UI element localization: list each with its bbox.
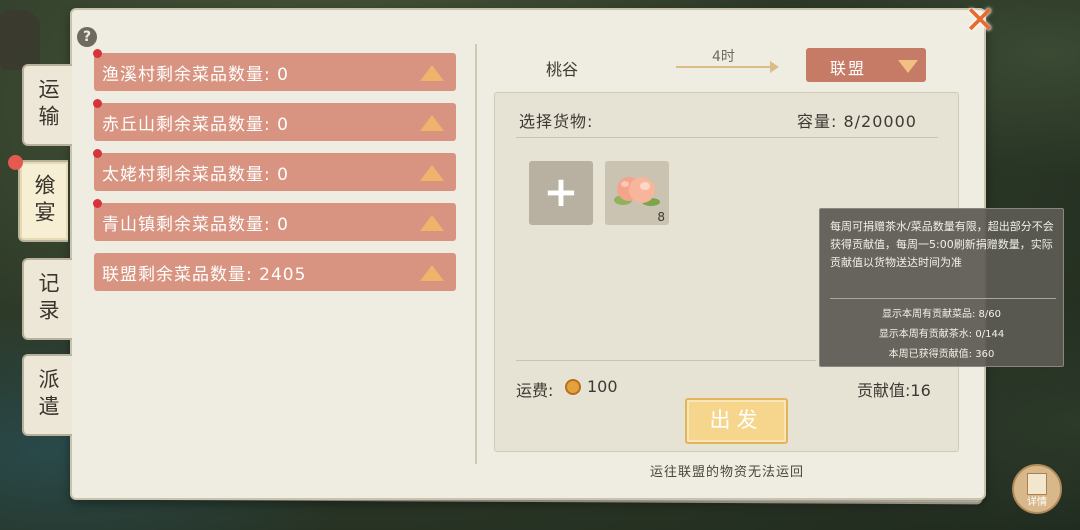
stock-row-label: 赤丘山剩余菜品数量: 0 bbox=[102, 114, 289, 135]
cargo-item-count: 8 bbox=[657, 210, 665, 224]
tab-records[interactable]: 记录 bbox=[22, 258, 72, 340]
destination-dropdown[interactable]: 联盟 bbox=[806, 48, 926, 82]
details-button[interactable]: 详情 bbox=[1012, 464, 1062, 514]
route-duration: 4时 bbox=[712, 49, 735, 65]
chevron-down-icon bbox=[898, 60, 918, 73]
route-origin: 桃谷 bbox=[546, 60, 579, 79]
expand-arrow-icon[interactable] bbox=[420, 265, 444, 281]
stock-row-qingshan[interactable]: 青山镇剩余菜品数量: 0 bbox=[93, 199, 456, 241]
details-label: 详情 bbox=[1027, 497, 1047, 508]
stock-row-taimu[interactable]: 太姥村剩余菜品数量: 0 bbox=[93, 149, 456, 191]
capacity-readout: 容量: 8/20000 bbox=[797, 112, 917, 131]
tab-dispatch[interactable]: 派遣 bbox=[22, 354, 72, 436]
help-icon[interactable]: ? bbox=[77, 27, 97, 47]
cargo-divider-bottom bbox=[516, 360, 816, 361]
alliance-shipping-note: 运往联盟的物资无法运回 bbox=[650, 465, 805, 480]
stock-row-yuxi[interactable]: 渔溪村剩余菜品数量: 0 bbox=[93, 49, 456, 91]
stock-row-chiqiu[interactable]: 赤丘山剩余菜品数量: 0 bbox=[93, 99, 456, 141]
stock-row-label: 联盟剩余菜品数量: 2405 bbox=[102, 264, 307, 285]
destination-value: 联盟 bbox=[830, 59, 867, 78]
red-dot-icon bbox=[93, 99, 102, 108]
tooltip-description: 每周可捐赠茶水/菜品数量有限，超出部分不会获得贡献值，每周一5:00刷新捐赠数量… bbox=[830, 220, 1054, 269]
expand-arrow-icon[interactable] bbox=[420, 165, 444, 181]
tooltip-stat-tea: 显示本周有贡献茶水: 0/144 bbox=[878, 329, 1005, 340]
tooltip-stat-dishes: 显示本周有贡献菜品: 8/60 bbox=[881, 309, 1001, 320]
route-arrow-head-icon bbox=[770, 61, 779, 73]
scroll-icon bbox=[1027, 473, 1047, 495]
stock-row-alliance[interactable]: 联盟剩余菜品数量: 2405 bbox=[94, 253, 456, 291]
contribution-value: 贡献值:16 bbox=[857, 381, 931, 400]
coin-icon bbox=[565, 379, 581, 395]
shipping-fee-value: 100 bbox=[587, 377, 618, 396]
close-button[interactable]: ✕ bbox=[962, 1, 998, 39]
tab-transport[interactable]: 运输 bbox=[22, 64, 72, 146]
tab-feast[interactable]: 飨宴 bbox=[18, 160, 68, 242]
tab-feast-notification-dot bbox=[8, 155, 23, 170]
stock-row-label: 太姥村剩余菜品数量: 0 bbox=[102, 164, 289, 185]
select-cargo-label: 选择货物: bbox=[519, 112, 594, 131]
expand-arrow-icon[interactable] bbox=[420, 115, 444, 131]
red-dot-icon bbox=[93, 199, 102, 208]
shipping-fee-label: 运费: bbox=[516, 381, 554, 400]
tooltip-divider bbox=[830, 298, 1056, 299]
expand-arrow-icon[interactable] bbox=[420, 65, 444, 81]
donation-info-tooltip: 每周可捐赠茶水/菜品数量有限，超出部分不会获得贡献值，每周一5:00刷新捐赠数量… bbox=[819, 208, 1064, 367]
red-dot-icon bbox=[93, 49, 102, 58]
route-arrow-icon bbox=[676, 66, 772, 68]
add-cargo-button[interactable]: + bbox=[529, 161, 593, 225]
stock-row-label: 渔溪村剩余菜品数量: 0 bbox=[102, 64, 289, 85]
background-decoration bbox=[0, 10, 40, 70]
red-dot-icon bbox=[93, 149, 102, 158]
depart-button[interactable]: 出发 bbox=[685, 398, 788, 444]
panel-divider bbox=[475, 44, 477, 464]
expand-arrow-icon[interactable] bbox=[420, 215, 444, 231]
stock-row-label: 青山镇剩余菜品数量: 0 bbox=[102, 214, 289, 235]
tooltip-stat-contribution: 本周已获得贡献值: 360 bbox=[888, 349, 995, 360]
cargo-item-slot[interactable]: 8 bbox=[605, 161, 669, 225]
cargo-divider-top bbox=[516, 137, 938, 138]
peach-icon bbox=[614, 177, 660, 206]
